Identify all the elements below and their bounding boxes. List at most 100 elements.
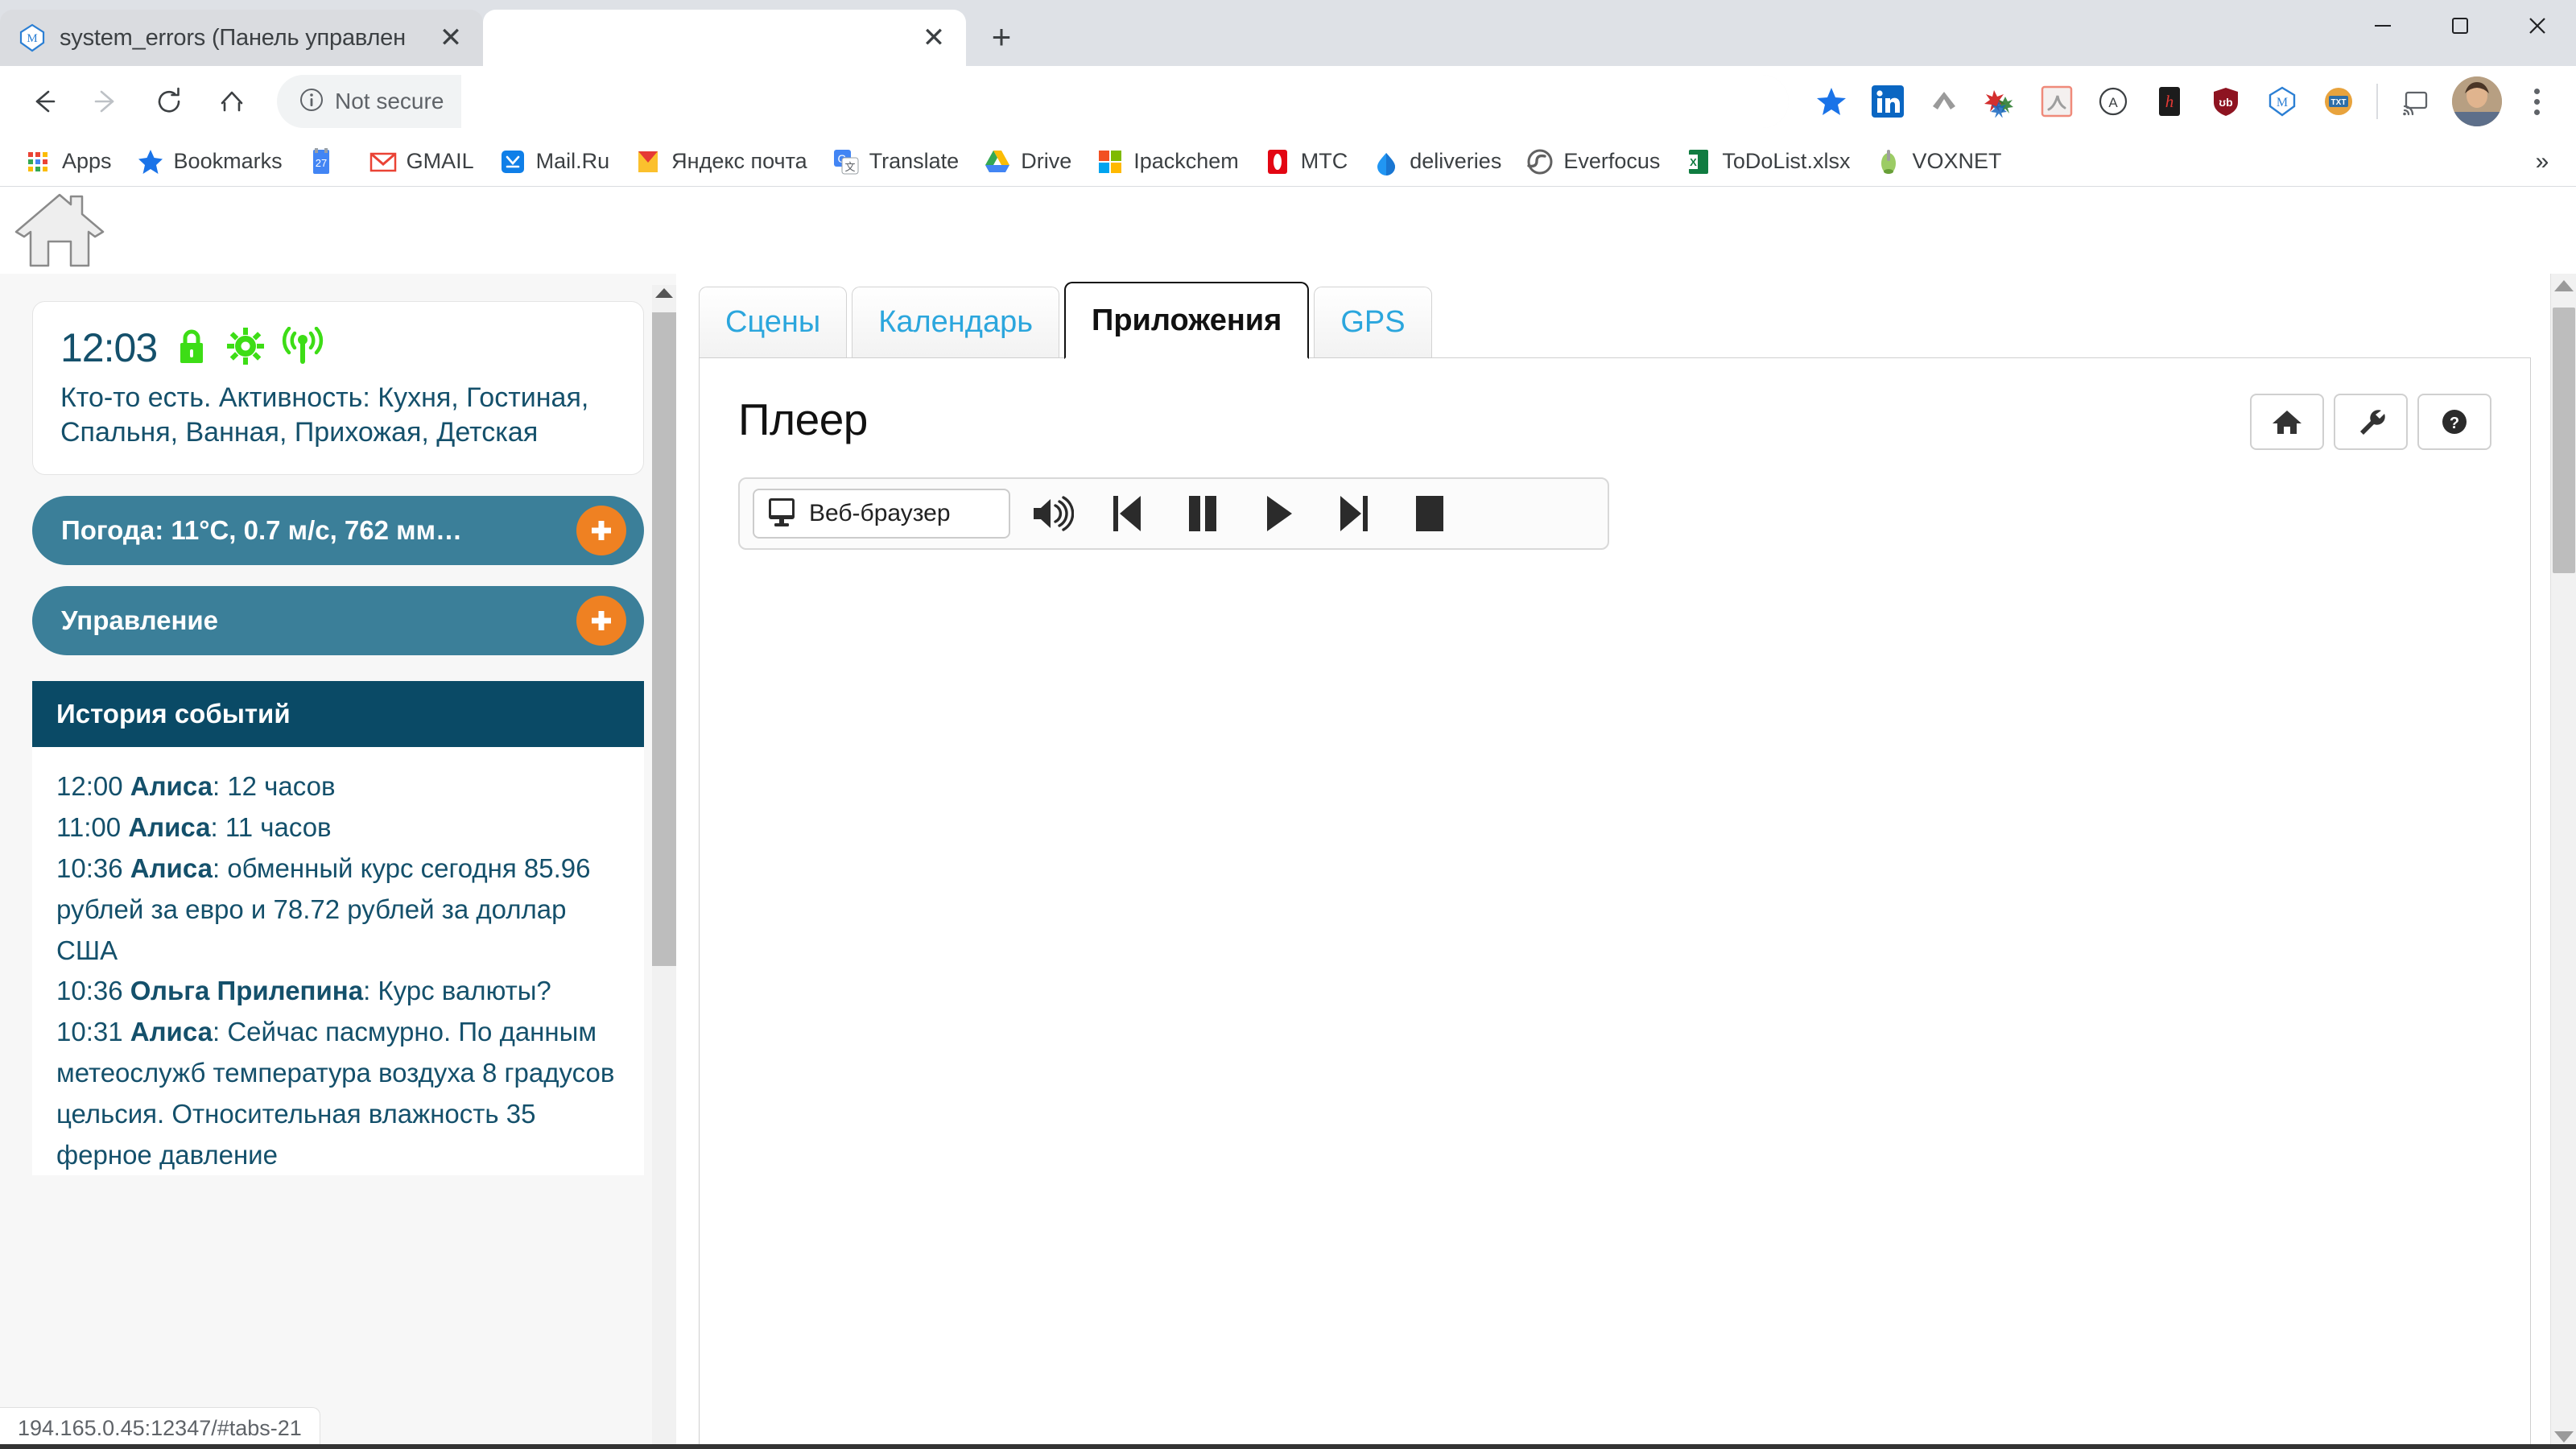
address-bar[interactable]: Not secure (277, 75, 1789, 128)
three-dots-menu-icon[interactable] (2512, 76, 2562, 126)
clock-row: 12:03 (60, 324, 616, 371)
autodesk-icon[interactable] (1918, 75, 1971, 128)
history-time: 10:36 (56, 853, 123, 883)
expand-plus-icon[interactable] (576, 506, 626, 555)
scroll-down-arrow-icon[interactable] (2554, 1431, 2574, 1443)
history-item: 10:36 Алиса: обменный курс сегодня 85.96… (56, 848, 620, 971)
bookmark-voxnet[interactable]: VOXNET (1863, 142, 2013, 181)
txt-icon[interactable]: TXT (2312, 75, 2365, 128)
player-toolbar: Веб-браузер (738, 477, 1609, 550)
bookmark-mailru[interactable]: Mail.Ru (487, 142, 621, 181)
majordomo-icon[interactable]: M (2256, 75, 2309, 128)
excel-icon: X (1684, 147, 1713, 176)
bookmark-gmail[interactable]: GMAIL (357, 142, 485, 181)
app-toolbar: Выберите терми (0, 187, 2576, 274)
bookmark-star-icon[interactable] (1805, 75, 1858, 128)
panel-action-buttons: ? (2250, 394, 2491, 450)
wifi-signal-icon[interactable] (281, 327, 324, 369)
lock-icon[interactable] (173, 327, 210, 369)
bookmark-ipackchem[interactable]: Ipackchem (1084, 142, 1250, 181)
close-window-icon[interactable] (2499, 0, 2576, 52)
back-arrow-icon[interactable] (14, 72, 72, 130)
hypothesis-icon[interactable]: h (2143, 75, 2196, 128)
star-icon (136, 147, 165, 176)
grammarly-icon[interactable]: A (2087, 75, 2140, 128)
history-who: Ольга Прилепина (130, 976, 363, 1005)
stop-icon[interactable] (1395, 484, 1464, 543)
volume-icon[interactable] (1017, 484, 1086, 543)
close-icon[interactable]: ✕ (430, 17, 472, 59)
bookmark-calendar[interactable]: 27 (295, 142, 356, 181)
bookmark-everfocus[interactable]: Everfocus (1514, 142, 1671, 181)
sidebar-panel: 12:03 Кто-то есть. Активность: Кухня, Го… (0, 274, 676, 1449)
pause-icon[interactable] (1168, 484, 1237, 543)
player-source-selector[interactable]: Веб-браузер (753, 489, 1010, 539)
bookmark-todolist[interactable]: X ToDoList.xlsx (1673, 142, 1861, 181)
flowers-icon[interactable] (1974, 75, 2027, 128)
bookmarks-overflow-icon[interactable]: » (2521, 141, 2563, 183)
reload-icon[interactable] (140, 72, 198, 130)
play-icon[interactable] (1244, 484, 1313, 543)
scroll-up-arrow-icon[interactable] (655, 288, 673, 298)
new-tab-button[interactable]: + (977, 13, 1026, 61)
site-security-indicator[interactable]: Not secure (277, 75, 461, 128)
history-who: Алиса (130, 853, 213, 883)
scrollbar-thumb[interactable] (2553, 308, 2575, 573)
bookmark-translate[interactable]: G文 Translate (820, 142, 971, 181)
history-text: Курс валюты? (378, 976, 551, 1005)
water-drop-icon (1372, 147, 1401, 176)
player-source-label: Веб-браузер (809, 500, 951, 527)
house-logo-icon[interactable] (11, 192, 108, 269)
bookmark-drive[interactable]: Drive (972, 142, 1083, 181)
bookmark-deliveries[interactable]: deliveries (1360, 142, 1513, 181)
tab-applications[interactable]: Приложения (1064, 282, 1309, 359)
tab-strip: M system_errors (Панель управлен ✕ ✕ + (0, 0, 2576, 66)
page-viewport: Выберите терми (0, 187, 2576, 1449)
tab-calendar[interactable]: Календарь (852, 287, 1059, 357)
yandex-mail-icon (634, 147, 663, 176)
home-icon[interactable] (2250, 394, 2324, 450)
scroll-up-arrow-icon[interactable] (2554, 280, 2574, 291)
history-time: 12:00 (56, 771, 123, 801)
toolbar-divider (2376, 84, 2378, 119)
minimize-icon[interactable] (2344, 0, 2421, 52)
bookmark-label: Mail.Ru (536, 149, 610, 174)
panel-header: Плеер ? (738, 394, 2491, 450)
svg-text:ʊb: ʊb (2219, 96, 2232, 109)
monitor-icon (764, 494, 799, 534)
expand-plus-icon[interactable] (576, 596, 626, 646)
browser-tab-second[interactable]: ✕ (483, 10, 966, 66)
forward-arrow-icon[interactable] (77, 72, 135, 130)
sidebar-scrollbar[interactable] (652, 285, 676, 1449)
maximize-icon[interactable] (2421, 0, 2499, 52)
wrench-icon[interactable] (2334, 394, 2408, 450)
ublock-icon[interactable]: ʊb (2199, 75, 2252, 128)
browser-tab-active[interactable]: M system_errors (Панель управлен ✕ (0, 10, 483, 66)
history-time: 10:36 (56, 976, 123, 1005)
bookmark-bookmarks[interactable]: Bookmarks (125, 142, 294, 181)
url-input[interactable] (461, 75, 1789, 128)
bookmark-apps[interactable]: Apps (13, 142, 123, 181)
window-bottom-edge (0, 1444, 2576, 1449)
home-icon[interactable] (203, 72, 261, 130)
page-scrollbar[interactable] (2550, 274, 2576, 1449)
presence-status-text: Кто-то есть. Активность: Кухня, Гостиная… (60, 381, 616, 450)
skip-forward-icon[interactable] (1319, 484, 1389, 543)
tab-gps[interactable]: GPS (1314, 287, 1431, 357)
adobe-acrobat-icon[interactable] (2030, 75, 2083, 128)
skip-back-icon[interactable] (1092, 484, 1162, 543)
cast-icon[interactable] (2389, 75, 2442, 128)
gear-icon[interactable] (226, 327, 265, 369)
bookmark-mts[interactable]: MTC (1252, 142, 1359, 181)
bookmark-yandex-mail[interactable]: Яндекс почта (622, 142, 819, 181)
question-mark-icon[interactable]: ? (2417, 394, 2491, 450)
tab-scenes[interactable]: Сцены (699, 287, 847, 357)
everfocus-icon (1525, 147, 1554, 176)
close-icon[interactable]: ✕ (913, 17, 955, 59)
profile-avatar[interactable] (2452, 76, 2502, 126)
control-bar[interactable]: Управление (32, 586, 644, 655)
weather-bar[interactable]: Погода: 11°C, 0.7 м/с, 762 мм… (32, 496, 644, 565)
history-time: 11:00 (56, 812, 121, 842)
linkedin-icon[interactable] (1861, 75, 1914, 128)
scrollbar-thumb[interactable] (652, 312, 676, 966)
